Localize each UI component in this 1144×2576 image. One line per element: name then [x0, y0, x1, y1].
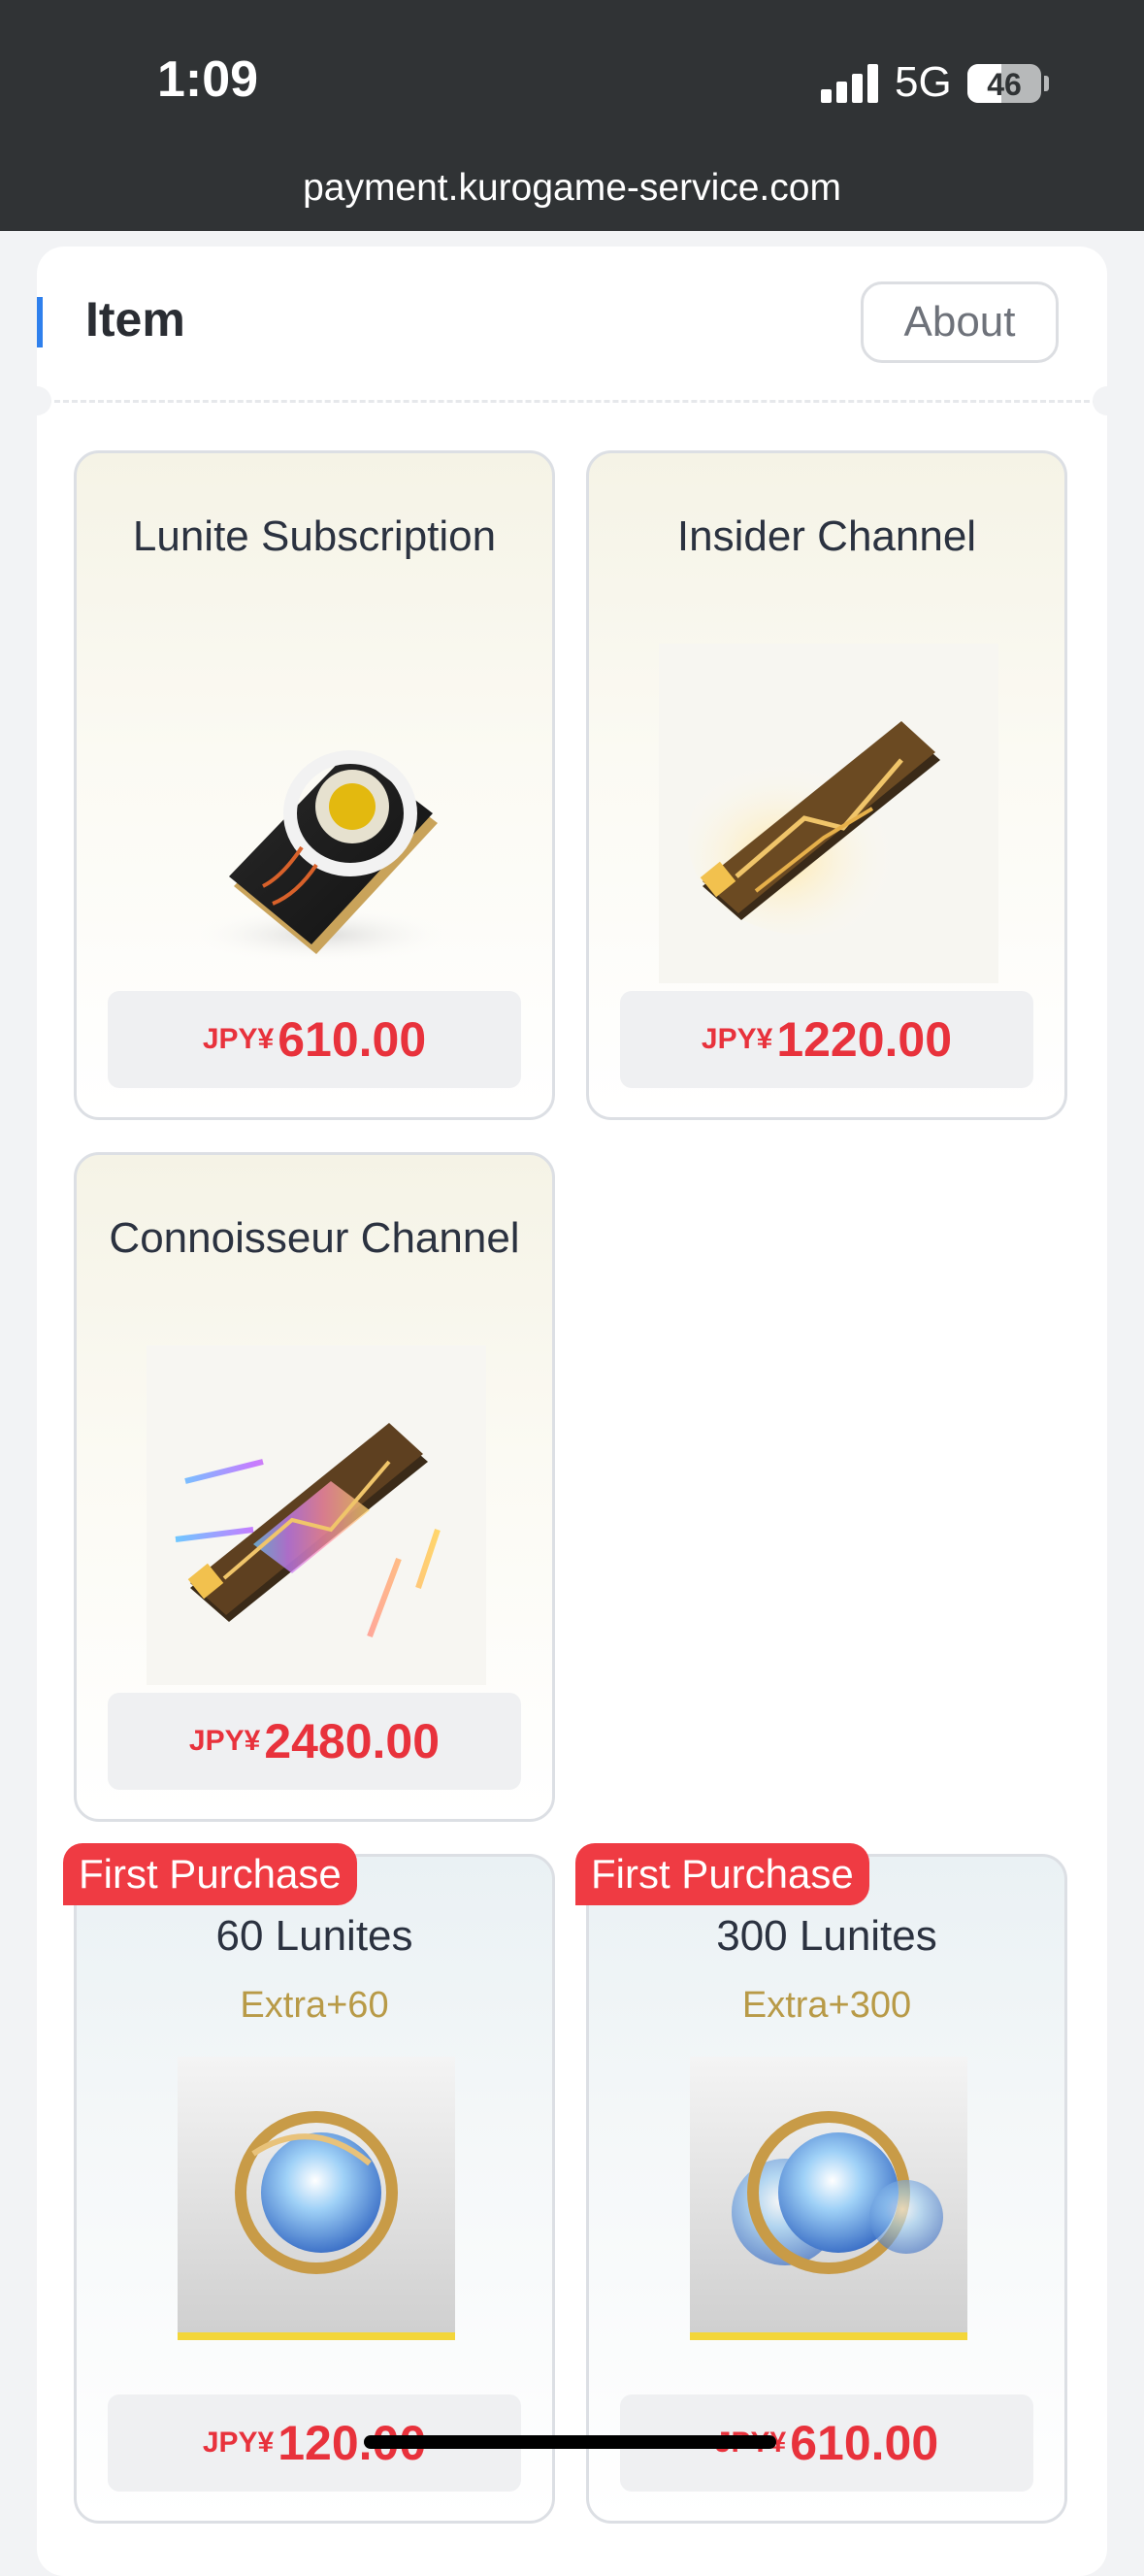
divider	[37, 400, 1107, 403]
battery-icon: 46	[967, 64, 1041, 103]
item-panel: Item About Lunite Subscription JPY¥610.0…	[22, 247, 1122, 2576]
product-card-insider-channel[interactable]: Insider Channel JPY¥1220.00	[586, 450, 1067, 1120]
page-title: Item	[85, 292, 185, 347]
price-currency: JPY¥	[701, 1023, 773, 1055]
first-purchase-badge: First Purchase	[63, 1843, 357, 1905]
product-title: 60 Lunites	[215, 1912, 413, 1960]
product-title: 300 Lunites	[716, 1912, 937, 1960]
product-title: Connoisseur Channel	[109, 1214, 520, 1262]
panel-header: Item About	[37, 247, 1107, 402]
price-amount: 1220.00	[776, 1012, 953, 1067]
price-currency: JPY¥	[202, 1023, 275, 1055]
rainbow-chip-icon	[147, 1345, 486, 1685]
product-card-connoisseur-channel[interactable]: Connoisseur Channel JPY¥2480.00	[74, 1152, 555, 1822]
bonus-text: Extra+60	[240, 1985, 389, 2026]
price-amount: 610.00	[278, 1012, 427, 1067]
first-purchase-badge: First Purchase	[575, 1843, 869, 1905]
price-button[interactable]: JPY¥610.00	[108, 991, 521, 1088]
lunite-orb-icon	[178, 2057, 455, 2340]
browser-url[interactable]: payment.kurogame-service.com	[0, 167, 1144, 210]
title-accent-bar	[37, 297, 43, 347]
product-title: Lunite Subscription	[132, 512, 497, 560]
bonus-text: Extra+300	[741, 1985, 912, 2026]
lunite-orbs-icon	[690, 2057, 967, 2340]
divider-notch-left	[22, 386, 51, 415]
home-indicator[interactable]	[364, 2435, 776, 2449]
product-card-300-lunites[interactable]: First Purchase 300 Lunites Extra+300 JPY…	[575, 1843, 1067, 2524]
about-button[interactable]: About	[861, 281, 1059, 363]
product-card-60-lunites[interactable]: First Purchase 60 Lunites Extra+60 JPY¥1…	[63, 1843, 555, 2524]
battery-nub	[1044, 76, 1049, 91]
price-button[interactable]: JPY¥2480.00	[108, 1693, 521, 1790]
product-card-lunite-subscription[interactable]: Lunite Subscription JPY¥610.00	[74, 450, 555, 1120]
product-title: Insider Channel	[676, 512, 977, 560]
gold-chip-icon	[659, 644, 998, 983]
divider-notch-right	[1093, 386, 1122, 415]
price-button[interactable]: JPY¥1220.00	[620, 991, 1033, 1088]
status-bar: 1:09 5G 46 payment.kurogame-service.com	[0, 0, 1144, 231]
lunite-card-icon	[185, 750, 457, 964]
price-currency: JPY¥	[202, 2427, 275, 2459]
price-amount: 610.00	[790, 2416, 939, 2470]
network-type: 5G	[895, 58, 952, 106]
price-amount: 2480.00	[264, 1714, 441, 1768]
battery-percent: 46	[987, 67, 1022, 102]
status-time: 1:09	[157, 51, 259, 108]
price-currency: JPY¥	[188, 1725, 261, 1757]
signal-icon	[821, 64, 879, 103]
